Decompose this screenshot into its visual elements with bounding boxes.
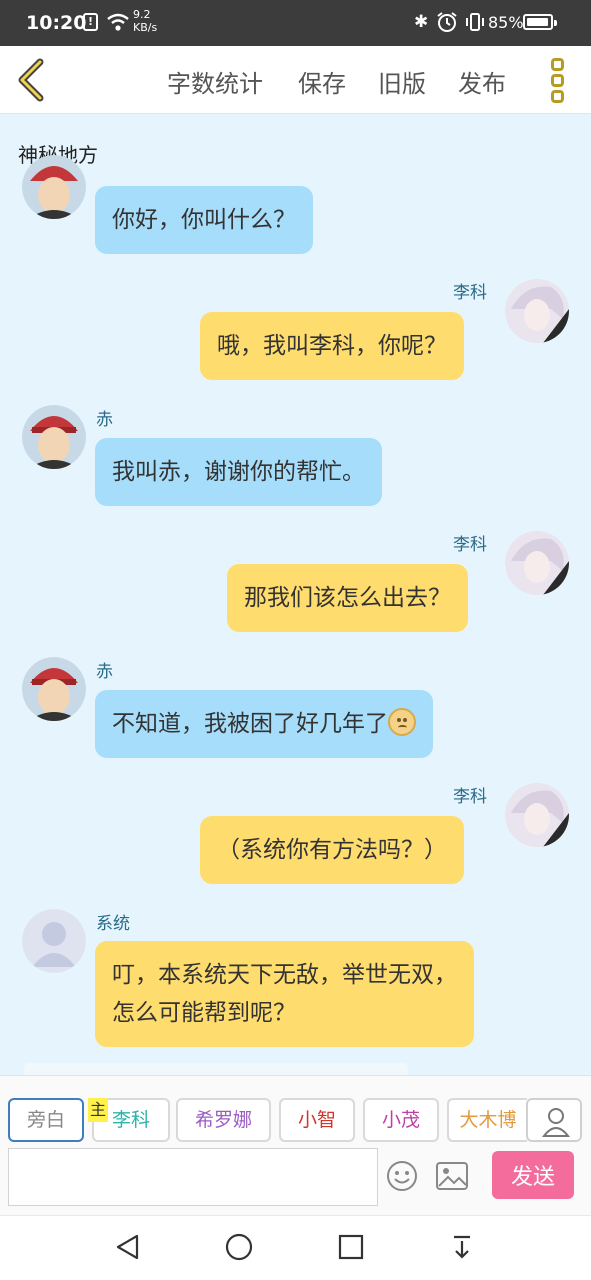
character-chip-cynthia[interactable]: 希罗娜 xyxy=(176,1098,271,1142)
message-bubble[interactable]: （系统你有方法吗？） xyxy=(200,816,464,884)
top-toolbar: 字数统计 保存 旧版 发布 xyxy=(0,46,591,114)
notification-alert-icon: ! xyxy=(83,13,98,31)
worried-face-icon xyxy=(388,708,416,736)
message-bubble[interactable]: 叮，本系统天下无敌，举世无双， 怎么可能帮到呢？ xyxy=(95,941,474,1047)
main-character-tag: 主 xyxy=(88,1098,108,1122)
alarm-icon xyxy=(437,12,457,32)
status-bar: 10:20 ! 9.2 KB/s ✱ 85% xyxy=(0,0,591,46)
message-line: 怎么可能帮到呢？ xyxy=(112,1000,296,1026)
character-chip-ash[interactable]: 小智 xyxy=(279,1098,355,1142)
network-speed: 9.2 KB/s xyxy=(133,8,157,34)
system-nav-bar xyxy=(0,1215,591,1280)
recents-square-icon[interactable] xyxy=(336,1232,366,1262)
message-bubble[interactable]: 那我们该怎么出去？ xyxy=(227,564,468,632)
user-icon xyxy=(541,1108,571,1137)
word-count-button[interactable]: 字数统计 xyxy=(167,64,263,99)
character-chip-gary[interactable]: 小茂 xyxy=(363,1098,439,1142)
old-version-button[interactable]: 旧版 xyxy=(378,64,426,99)
character-chip-oak[interactable]: 大木博 xyxy=(447,1098,527,1142)
speaker-name: 赤 xyxy=(96,410,113,430)
home-circle-icon[interactable] xyxy=(224,1232,254,1262)
message-bubble[interactable]: 我叫赤，谢谢你的帮忙。 xyxy=(95,438,382,506)
save-button[interactable]: 保存 xyxy=(298,64,346,99)
speaker-name: 系统 xyxy=(96,914,130,934)
avatar-system[interactable] xyxy=(22,909,86,973)
avatar-like[interactable] xyxy=(505,531,569,595)
vibrate-icon xyxy=(466,13,484,31)
speaker-name: 李科 xyxy=(453,535,487,555)
smiley-icon[interactable] xyxy=(386,1160,418,1192)
send-button[interactable]: 发送 xyxy=(492,1151,574,1199)
message-input[interactable] xyxy=(8,1148,378,1206)
more-vertical-icon[interactable] xyxy=(551,58,567,104)
download-arrow-icon[interactable] xyxy=(447,1232,477,1262)
avatar-chi[interactable] xyxy=(22,657,86,721)
publish-button[interactable]: 发布 xyxy=(458,64,506,99)
speaker-name: 李科 xyxy=(453,787,487,807)
next-message-edge xyxy=(24,1063,408,1075)
battery-percent: 85% xyxy=(488,13,524,32)
bluetooth-icon: ✱ xyxy=(414,12,429,32)
network-speed-value: 9.2 xyxy=(133,8,151,21)
network-speed-unit: KB/s xyxy=(133,21,158,34)
avatar-chi[interactable] xyxy=(22,155,86,219)
message-text: 不知道，我被困了好几年了 xyxy=(112,711,388,737)
add-character-button[interactable] xyxy=(526,1098,582,1142)
message-line: 叮，本系统天下无敌，举世无双， xyxy=(112,962,457,988)
speaker-name: 李科 xyxy=(453,283,487,303)
composer: 旁白 李科 主 希罗娜 小智 小茂 大木博 发送 xyxy=(0,1075,591,1215)
back-triangle-icon[interactable] xyxy=(113,1232,143,1262)
character-chip-narrator[interactable]: 旁白 xyxy=(8,1098,84,1142)
chat-area[interactable]: 神秘地方 你好，你叫什么？ 李科 哦，我叫李科，你呢？ 赤 我叫赤，谢谢你的帮忙… xyxy=(0,115,591,1075)
chevron-left-icon[interactable] xyxy=(12,58,52,102)
status-time: 10:20 xyxy=(26,12,87,34)
message-bubble[interactable]: 哦，我叫李科，你呢？ xyxy=(200,312,464,380)
message-bubble[interactable]: 你好，你叫什么？ xyxy=(95,186,313,254)
image-icon[interactable] xyxy=(436,1162,468,1190)
wifi-icon xyxy=(107,13,129,31)
speaker-name: 赤 xyxy=(96,662,113,682)
message-bubble[interactable]: 不知道，我被困了好几年了 xyxy=(95,690,433,758)
battery-icon xyxy=(523,14,557,30)
avatar-like[interactable] xyxy=(505,783,569,847)
avatar-like[interactable] xyxy=(505,279,569,343)
avatar-chi[interactable] xyxy=(22,405,86,469)
